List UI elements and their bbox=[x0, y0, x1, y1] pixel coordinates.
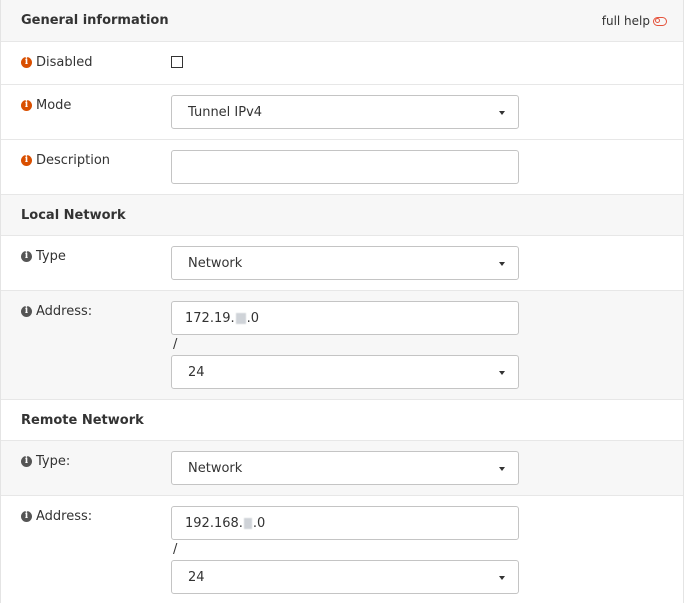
remote-mask-select[interactable]: 24 bbox=[171, 560, 519, 594]
info-icon[interactable]: i bbox=[21, 511, 32, 522]
label-local-address-text: Address: bbox=[36, 304, 93, 319]
label-mode: i Mode bbox=[21, 98, 71, 113]
row-mode: i Mode Tunnel IPv4 bbox=[1, 85, 683, 140]
mode-select-value: Tunnel IPv4 bbox=[188, 105, 263, 120]
cidr-slash: / bbox=[173, 337, 178, 352]
info-icon[interactable]: i bbox=[21, 57, 32, 68]
section-title-remote: Remote Network bbox=[21, 413, 144, 428]
toggle-off-icon bbox=[653, 16, 667, 26]
info-icon[interactable]: i bbox=[21, 251, 32, 262]
cidr-slash: / bbox=[173, 542, 178, 557]
label-remote-type-text: Type: bbox=[36, 454, 71, 469]
redacted-octet bbox=[235, 313, 246, 324]
local-mask-value: 24 bbox=[188, 365, 205, 380]
label-remote-address-text: Address: bbox=[36, 509, 93, 524]
info-icon[interactable]: i bbox=[21, 456, 32, 467]
section-general-header: General information full help bbox=[1, 0, 683, 42]
row-remote-type: i Type: Network bbox=[1, 441, 683, 496]
label-local-type: i Type bbox=[21, 249, 66, 264]
chevron-down-icon bbox=[499, 262, 505, 266]
label-local-type-text: Type bbox=[36, 249, 66, 264]
section-remote-header: Remote Network bbox=[1, 400, 683, 441]
disabled-checkbox[interactable] bbox=[171, 56, 183, 68]
settings-form: General information full help i Disabled… bbox=[0, 0, 684, 603]
row-local-type: i Type Network bbox=[1, 236, 683, 291]
remote-type-select[interactable]: Network bbox=[171, 451, 519, 485]
mode-select[interactable]: Tunnel IPv4 bbox=[171, 95, 519, 129]
remote-address-prefix: 192.168. bbox=[185, 516, 243, 531]
chevron-down-icon bbox=[499, 576, 505, 580]
remote-type-select-value: Network bbox=[188, 461, 243, 476]
remote-mask-value: 24 bbox=[188, 570, 205, 585]
local-address-suffix: .0 bbox=[246, 311, 260, 326]
chevron-down-icon bbox=[499, 371, 505, 375]
row-local-address: i Address: 172.19. .0 / 24 bbox=[1, 291, 683, 400]
section-local-header: Local Network bbox=[1, 195, 683, 236]
local-address-prefix: 172.19. bbox=[185, 311, 235, 326]
local-address-input[interactable]: 172.19. .0 bbox=[171, 301, 519, 335]
label-local-address: i Address: bbox=[21, 304, 92, 319]
full-help-toggle[interactable]: full help bbox=[602, 14, 667, 28]
local-type-select[interactable]: Network bbox=[171, 246, 519, 280]
section-title-local: Local Network bbox=[21, 208, 126, 223]
chevron-down-icon bbox=[499, 111, 505, 115]
row-remote-address: i Address: 192.168. .0 / 24 bbox=[1, 496, 683, 603]
chevron-down-icon bbox=[499, 467, 505, 471]
remote-address-input[interactable]: 192.168. .0 bbox=[171, 506, 519, 540]
local-address-value: 172.19. .0 bbox=[185, 311, 259, 326]
redacted-octet bbox=[243, 518, 252, 529]
row-disabled: i Disabled bbox=[1, 42, 683, 85]
info-icon[interactable]: i bbox=[21, 306, 32, 317]
local-mask-select[interactable]: 24 bbox=[171, 355, 519, 389]
label-remote-type: i Type: bbox=[21, 454, 70, 469]
info-icon[interactable]: i bbox=[21, 100, 32, 111]
full-help-label: full help bbox=[601, 14, 650, 28]
row-description: i Description bbox=[1, 140, 683, 195]
info-icon[interactable]: i bbox=[21, 155, 32, 166]
section-title-general: General information bbox=[21, 13, 169, 28]
label-description-text: Description bbox=[36, 153, 111, 168]
label-description: i Description bbox=[21, 153, 110, 168]
remote-address-value: 192.168. .0 bbox=[185, 516, 265, 531]
label-remote-address: i Address: bbox=[21, 509, 92, 524]
local-type-select-value: Network bbox=[188, 256, 243, 271]
description-input[interactable] bbox=[171, 150, 519, 184]
remote-address-suffix: .0 bbox=[252, 516, 266, 531]
label-disabled: i Disabled bbox=[21, 55, 92, 70]
label-mode-text: Mode bbox=[36, 98, 72, 113]
label-disabled-text: Disabled bbox=[36, 55, 93, 70]
